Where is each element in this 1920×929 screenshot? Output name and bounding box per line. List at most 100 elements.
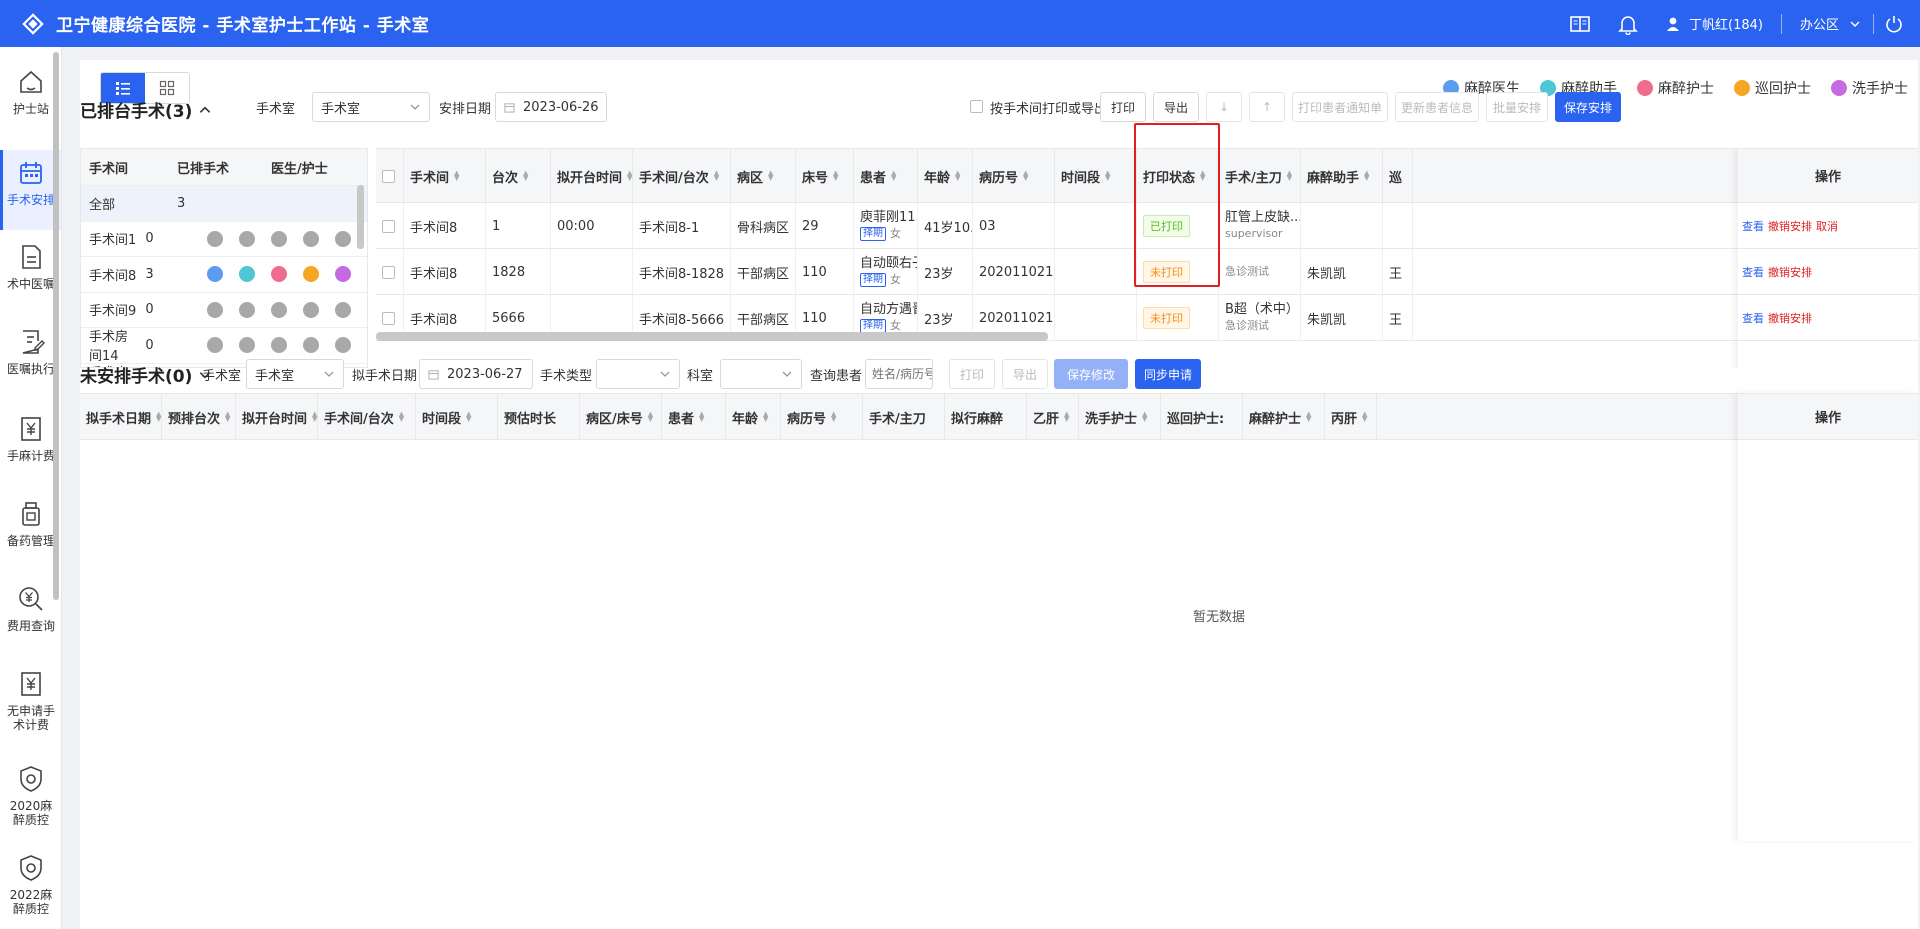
column-header[interactable]: 年龄 ▲ ▼: [726, 394, 781, 440]
sort-icon[interactable]: ▲ ▼: [627, 170, 632, 182]
room-list-row[interactable]: 手术间9 0: [81, 291, 367, 328]
column-header[interactable]: 患者 ▲ ▼: [854, 149, 918, 203]
view-link[interactable]: 查看: [1742, 310, 1764, 326]
planned-date-input[interactable]: 2023-06-27: [419, 359, 533, 389]
cancel-link[interactable]: 取消: [1816, 218, 1838, 234]
column-header[interactable]: 拟行麻醉: [945, 394, 1027, 440]
move-up-button[interactable]: ↑: [1249, 92, 1285, 122]
sort-icon[interactable]: ▲ ▼: [1142, 411, 1147, 423]
sort-icon[interactable]: ▲ ▼: [156, 411, 161, 423]
staff-avatar-icon[interactable]: [207, 301, 223, 318]
room-list-row[interactable]: 手术间8 3: [81, 256, 367, 292]
sort-icon[interactable]: ▲ ▼: [714, 170, 719, 182]
sort-icon[interactable]: ▲ ▼: [399, 411, 404, 423]
bell-icon[interactable]: [1617, 13, 1639, 35]
staff-avatar-icon[interactable]: [335, 230, 351, 247]
save-changes-button[interactable]: 保存修改: [1054, 359, 1128, 389]
unscheduled-room-select[interactable]: 手术室: [246, 359, 344, 389]
sort-icon[interactable]: ▲ ▼: [312, 411, 317, 423]
sort-icon[interactable]: ▲ ▼: [768, 170, 773, 182]
column-header[interactable]: 病区/床号 ▲ ▼: [580, 394, 662, 440]
column-header[interactable]: 时间段 ▲ ▼: [416, 394, 498, 440]
row-checkbox[interactable]: [382, 311, 395, 325]
unscheduled-section-title[interactable]: 未安排手术(0): [80, 362, 212, 387]
query-patient-input[interactable]: [865, 359, 933, 389]
sort-icon[interactable]: ▲ ▼: [831, 411, 836, 423]
column-header[interactable]: 麻醉助手 ▲ ▼: [1301, 149, 1383, 203]
batch-schedule-button[interactable]: 批量安排: [1486, 92, 1548, 122]
chevron-up-icon[interactable]: [198, 103, 212, 117]
column-header[interactable]: 病历号 ▲ ▼: [781, 394, 863, 440]
staff-avatar-icon[interactable]: [303, 337, 319, 354]
staff-avatar-icon[interactable]: [271, 266, 287, 283]
column-header[interactable]: 病区 ▲ ▼: [731, 149, 796, 203]
sort-icon[interactable]: ▲ ▼: [1105, 170, 1110, 182]
sort-icon[interactable]: ▲ ▼: [1364, 170, 1369, 182]
print-by-room-checkbox[interactable]: [970, 100, 983, 113]
patient-name[interactable]: 自动颐右子: [860, 256, 917, 272]
sort-icon[interactable]: ▲ ▼: [833, 170, 838, 182]
unscheduled-print-button[interactable]: 打印: [949, 359, 995, 389]
staff-avatar-icon[interactable]: [303, 266, 319, 283]
room-list-row[interactable]: 全部 3: [81, 185, 367, 221]
room-list-row[interactable]: 手术间1 0: [81, 220, 367, 257]
sort-icon[interactable]: ▲ ▼: [763, 411, 768, 423]
column-header[interactable]: 手术/主刀 ▲ ▼: [1219, 149, 1301, 203]
staff-avatar-icon[interactable]: [239, 301, 255, 318]
column-header[interactable]: 手术间/台次 ▲ ▼: [318, 394, 416, 440]
staff-avatar-icon[interactable]: [271, 301, 287, 318]
staff-avatar-icon[interactable]: [207, 337, 223, 354]
print-notice-button[interactable]: 打印患者通知单: [1292, 92, 1388, 122]
sync-application-button[interactable]: 同步申请: [1135, 359, 1201, 389]
column-header[interactable]: 患者 ▲ ▼: [662, 394, 726, 440]
area-selector[interactable]: 办公区: [1800, 14, 1839, 33]
column-header[interactable]: 预估时长: [498, 394, 580, 440]
column-header[interactable]: 台次 ▲ ▼: [486, 149, 551, 203]
column-header[interactable]: 手术间 ▲ ▼: [404, 149, 486, 203]
column-header[interactable]: 巡: [1383, 149, 1413, 203]
staff-avatar-icon[interactable]: [207, 266, 223, 283]
patient-name[interactable]: 自动方遇晋: [860, 302, 917, 318]
patient-name[interactable]: 庾菲刚11...: [860, 210, 917, 226]
sort-icon[interactable]: ▲ ▼: [891, 170, 896, 182]
scheduled-table-hscrollbar[interactable]: [376, 332, 1048, 341]
export-button[interactable]: 导出: [1153, 92, 1199, 122]
column-header[interactable]: 乙肝 ▲ ▼: [1027, 394, 1079, 440]
column-header[interactable]: 预排台次 ▲ ▼: [162, 394, 236, 440]
column-header[interactable]: 洗手护士 ▲ ▼: [1079, 394, 1161, 440]
staff-avatar-icon[interactable]: [207, 230, 223, 247]
column-header[interactable]: 拟手术日期 ▲ ▼: [80, 394, 162, 440]
surgery-type-select[interactable]: [596, 359, 680, 389]
sort-icon[interactable]: ▲ ▼: [225, 411, 230, 423]
sort-icon[interactable]: ▲ ▼: [1306, 411, 1311, 423]
column-header[interactable]: 年龄 ▲ ▼: [918, 149, 973, 203]
sort-icon[interactable]: ▲ ▼: [955, 170, 960, 182]
print-button[interactable]: 打印: [1100, 92, 1146, 122]
revoke-schedule-link[interactable]: 撤销安排: [1768, 264, 1812, 280]
staff-avatar-icon[interactable]: [271, 230, 287, 247]
sort-icon[interactable]: ▲ ▼: [1023, 170, 1028, 182]
column-header[interactable]: 手术间/台次 ▲ ▼: [633, 149, 731, 203]
sidebar-item-2022-anesthesia-qc[interactable]: 2022麻醉质控: [0, 853, 61, 929]
column-header[interactable]: 床号 ▲ ▼: [796, 149, 854, 203]
row-checkbox[interactable]: [382, 265, 395, 279]
user-menu[interactable]: 丁帆红(184): [1665, 14, 1763, 33]
revoke-schedule-link[interactable]: 撤销安排: [1768, 310, 1812, 326]
move-down-button[interactable]: ↓: [1206, 92, 1242, 122]
column-header[interactable]: 时间段 ▲ ▼: [1055, 149, 1137, 203]
staff-avatar-icon[interactable]: [239, 230, 255, 247]
book-icon[interactable]: [1569, 13, 1591, 35]
staff-avatar-icon[interactable]: [239, 337, 255, 354]
column-header[interactable]: 拟开台时间 ▲ ▼: [551, 149, 633, 203]
staff-avatar-icon[interactable]: [271, 337, 287, 354]
staff-avatar-icon[interactable]: [303, 301, 319, 318]
unscheduled-export-button[interactable]: 导出: [1002, 359, 1048, 389]
sort-icon[interactable]: ▲ ▼: [466, 411, 471, 423]
sort-icon[interactable]: ▲ ▼: [1362, 411, 1367, 423]
room-select[interactable]: 手术室: [312, 92, 430, 122]
view-link[interactable]: 查看: [1742, 264, 1764, 280]
sort-icon[interactable]: ▲ ▼: [1287, 170, 1292, 182]
sidebar-item-2020-anesthesia-qc[interactable]: 2020麻醉质控: [0, 764, 61, 844]
column-header[interactable]: 巡回护士:: [1161, 394, 1243, 440]
row-checkbox[interactable]: [382, 219, 395, 233]
